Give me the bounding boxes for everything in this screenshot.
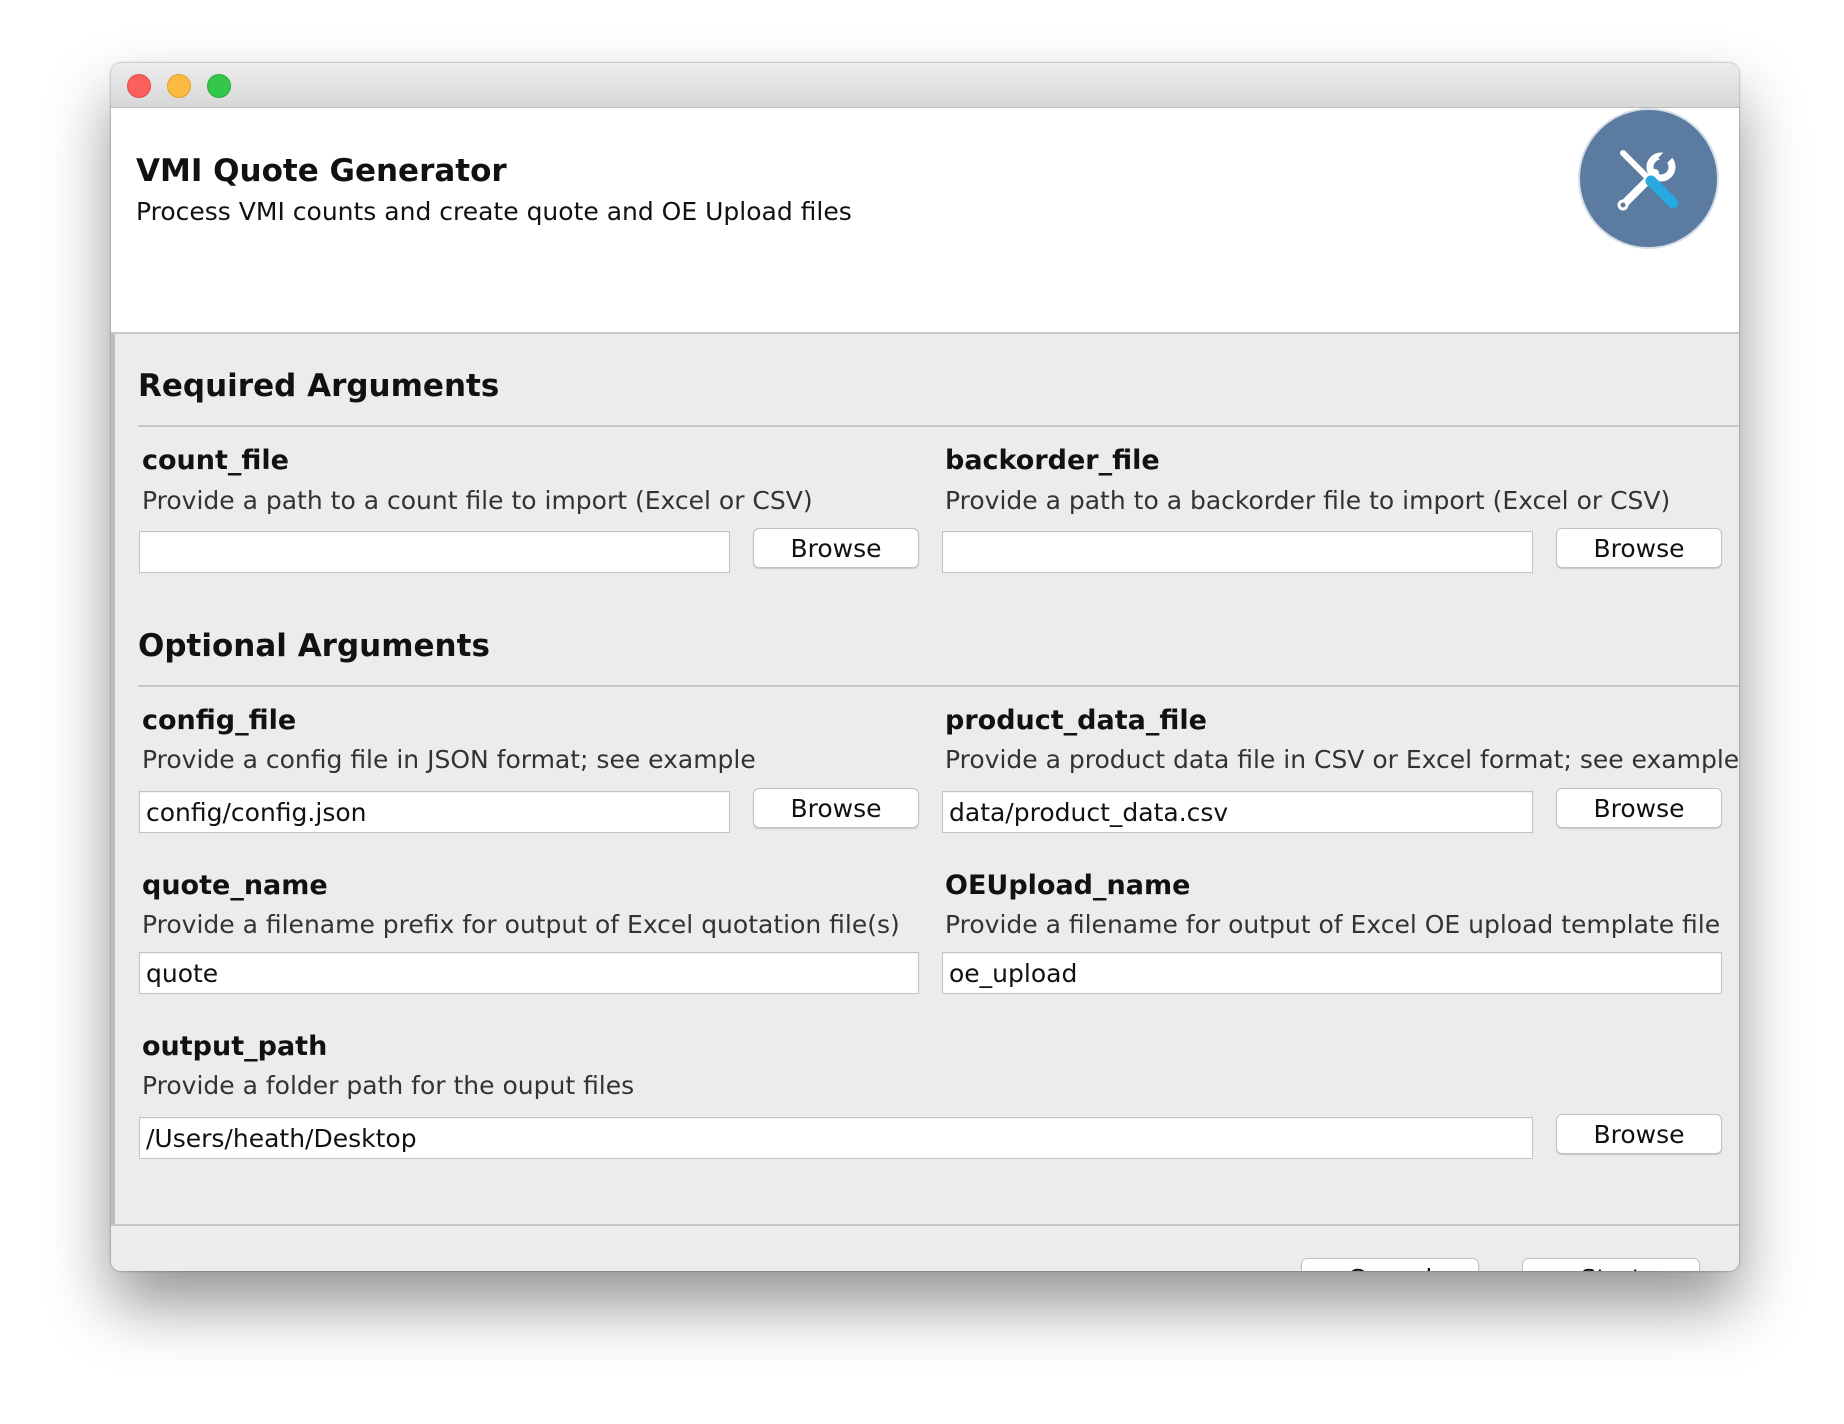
output-path-label: output_path xyxy=(142,1031,328,1062)
quote-name-help: Provide a filename prefix for output of … xyxy=(142,910,900,939)
title-bar[interactable] xyxy=(111,63,1739,108)
optional-arguments-heading: Optional Arguments xyxy=(138,628,490,664)
count-file-input[interactable] xyxy=(139,531,730,573)
product-data-file-label: product_data_file xyxy=(945,705,1207,736)
oeupload-name-label: OEUpload_name xyxy=(945,870,1191,901)
required-arguments-heading: Required Arguments xyxy=(138,368,500,404)
config-file-help: Provide a config file in JSON format; se… xyxy=(142,745,756,774)
backorder-file-label: backorder_file xyxy=(945,445,1160,476)
cancel-button[interactable]: Cancel xyxy=(1301,1258,1479,1271)
backorder-file-browse-button[interactable]: Browse xyxy=(1556,528,1722,568)
config-file-label: config_file xyxy=(142,705,297,736)
product-data-file-input[interactable] xyxy=(942,791,1533,833)
count-file-help: Provide a path to a count file to import… xyxy=(142,486,813,515)
header-panel: VMI Quote Generator Process VMI counts a… xyxy=(111,108,1739,334)
count-file-label: count_file xyxy=(142,445,289,476)
quote-name-input[interactable] xyxy=(139,952,919,994)
app-subtitle: Process VMI counts and create quote and … xyxy=(136,197,852,226)
tools-icon xyxy=(1578,108,1719,249)
backorder-file-input[interactable] xyxy=(942,531,1533,573)
minimize-window-button[interactable] xyxy=(167,74,191,98)
config-file-browse-button[interactable]: Browse xyxy=(753,788,919,828)
section-divider xyxy=(138,685,1739,687)
output-path-help: Provide a folder path for the ouput file… xyxy=(142,1071,635,1100)
app-title: VMI Quote Generator xyxy=(136,153,507,189)
output-path-browse-button[interactable]: Browse xyxy=(1556,1114,1722,1154)
backorder-file-help: Provide a path to a backorder file to im… xyxy=(945,486,1671,515)
output-path-input[interactable] xyxy=(139,1117,1533,1159)
section-divider xyxy=(138,425,1739,427)
close-window-button[interactable] xyxy=(127,74,151,98)
zoom-window-button[interactable] xyxy=(207,74,231,98)
start-button[interactable]: Start xyxy=(1522,1258,1700,1271)
oeupload-name-input[interactable] xyxy=(942,952,1722,994)
product-data-file-help: Provide a product data file in CSV or Ex… xyxy=(945,745,1739,774)
config-file-input[interactable] xyxy=(139,791,730,833)
footer-bar: Cancel Start xyxy=(111,1224,1739,1271)
count-file-browse-button[interactable]: Browse xyxy=(753,528,919,568)
product-data-file-browse-button[interactable]: Browse xyxy=(1556,788,1722,828)
quote-name-label: quote_name xyxy=(142,870,328,901)
arguments-panel: Required Arguments count_file Provide a … xyxy=(111,334,1739,1224)
oeupload-name-help: Provide a filename for output of Excel O… xyxy=(945,910,1721,939)
app-window: VMI Quote Generator Process VMI counts a… xyxy=(111,63,1739,1271)
